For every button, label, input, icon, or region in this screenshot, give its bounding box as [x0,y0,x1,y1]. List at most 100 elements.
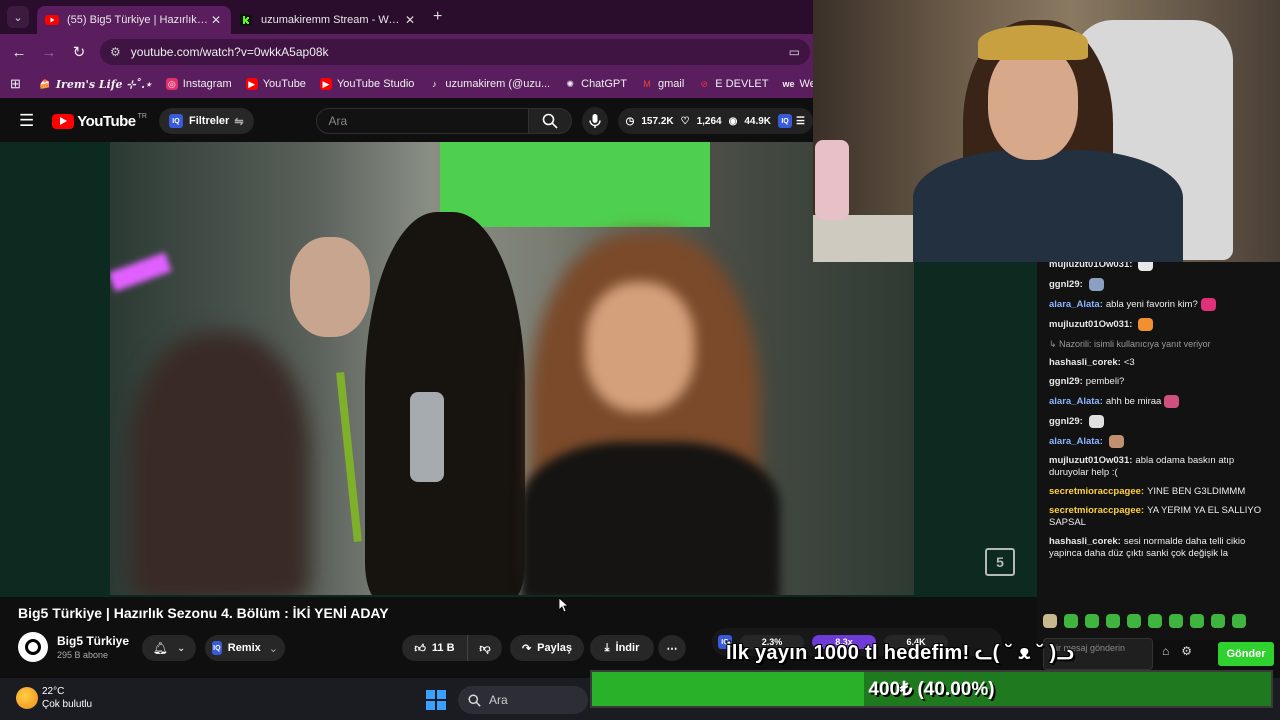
webcam-streamer-cap [978,25,1088,60]
dislike-button[interactable]: 👎︎ [468,635,502,661]
new-tab-icon[interactable]: + [433,8,442,26]
emote-icon[interactable] [1148,614,1162,628]
chat-message: ggnl29: [1049,278,1270,292]
emote-icon[interactable] [1106,614,1120,628]
emote-icon[interactable] [1043,614,1057,628]
likes-count: 1,264 [696,115,722,127]
bookmark-youtube[interactable]: ▶ YouTube [245,78,306,90]
chat-username[interactable]: alara_Alata: [1049,436,1103,447]
address-field[interactable]: ⚙ youtube.com/watch?v=0wkkA5ap08k ▭ [100,39,810,65]
chat-username[interactable]: hashasli_corek: [1049,536,1121,547]
bookmark-gmail[interactable]: Mgmail [641,78,684,90]
bookmark-label: YouTube [262,78,306,90]
video-person-right-face [585,282,695,412]
bookmark-label: E DEVLET [715,78,769,90]
region-code: TR [137,113,147,120]
chat-username[interactable]: mujluzut01Ow031: [1049,319,1132,330]
weather-widget[interactable]: 22°C Çok bulutlu [16,685,92,711]
emote-icon[interactable] [1211,614,1225,628]
share-button[interactable]: ↷ Paylaş [510,635,584,661]
taskbar-search[interactable]: Ara [458,686,588,714]
youtube-studio-icon: ▶ [319,78,332,90]
chat-username[interactable]: hashasli_corek: [1049,357,1121,368]
chat-message: alara_Alata: abla yeni favorin kim? [1049,298,1270,312]
voice-search-button[interactable] [582,107,608,135]
gift-icon[interactable]: ⌂ [1162,644,1169,658]
search-input[interactable]: Ara [315,108,530,134]
search-icon [468,693,481,707]
reload-icon[interactable]: ↻ [64,43,94,61]
apps-grid-icon[interactable]: ⊞ [10,76,21,92]
instagram-icon: ◎ [165,78,178,90]
cast-icon[interactable]: ▭ [789,45,800,59]
filters-button[interactable]: IQ Filtreler ⇋ [158,108,254,134]
chat-username[interactable]: secretmioraccpagee: [1049,505,1144,516]
chat-username[interactable]: ggnl29: [1049,279,1083,290]
chat-emote-icon [1088,415,1104,429]
windows-start-icon[interactable] [426,690,446,710]
emote-bar [1043,614,1273,632]
chat-username[interactable]: ggnl29: [1049,416,1083,427]
chat-username[interactable]: mujluzut01Ow031: [1049,455,1132,466]
emote-icon[interactable] [1085,614,1099,628]
remix-button[interactable]: IQ Remix ⌄ [205,635,285,661]
emote-icon[interactable] [1232,614,1246,628]
chat-message: mujluzut01Ow031: [1049,318,1270,332]
tab-close-icon[interactable]: ✕ [209,13,223,27]
stats-pill: ◷ 157.2K ♡ 1,264 ◉ 44.9K IQ ☰ [617,108,813,134]
thumbs-down-icon: 👎︎ [479,642,491,655]
back-arrow-icon[interactable]: ← [4,44,34,61]
settings-icon[interactable]: ⚙ [1181,644,1192,658]
bookmark-wetransfer[interactable]: we WeTransfer [782,78,813,90]
more-actions-button[interactable]: ⋯ [658,635,686,661]
forward-arrow-icon[interactable]: → [34,44,64,61]
chat-username[interactable]: mujluzut01Ow031: [1049,262,1132,270]
like-button[interactable]: 👍︎ 11 B [402,635,468,661]
bookmark-irems-life[interactable]: 🍰 Irem's Life ⊹˚.⋆ [39,78,151,91]
e-devlet-icon: ⊘ [700,78,709,89]
thumb-icon: ♡ [680,115,690,127]
channel-watermark[interactable]: 5 [985,548,1015,576]
chat-panel: mujluzut01Ow031: ggnl29: alara_Alata: abla … [1037,262,1280,640]
webcam-streamer-face [988,45,1078,160]
kick-favicon-icon [239,13,253,27]
tab-close-icon[interactable]: ✕ [403,13,417,27]
bookmark-tiktok[interactable]: ♪ uzumakirem (@uzu... [428,78,550,90]
tab-kick[interactable]: uzumakiremm Stream - Watch Live on Kick … [231,6,425,34]
channel-avatar[interactable] [18,632,48,662]
bookmark-chatgpt[interactable]: ✺ ChatGPT [564,78,627,90]
emote-icon[interactable] [1190,614,1204,628]
download-button[interactable]: ⤓ İndir [590,635,654,661]
weather-icon [16,687,38,709]
tab-search-button[interactable]: ⌄ [7,6,29,28]
channel-name[interactable]: Big5 Türkiye [57,634,129,648]
chat-username[interactable]: ggnl29: [1049,376,1083,387]
emote-icon[interactable] [1127,614,1141,628]
chat-text: pembeli? [1085,376,1125,388]
chat-text: YINE BEN G3LDIMMM [1147,486,1246,498]
emote-icon[interactable] [1064,614,1078,628]
chat-username[interactable]: alara_Alata: [1049,396,1103,407]
emote-icon[interactable] [1169,614,1183,628]
send-button[interactable]: Gönder [1218,642,1274,666]
menu-icon[interactable]: ☰ [19,111,35,131]
video-person-center-face [290,237,370,337]
bookmark-instagram[interactable]: ◎ Instagram [165,78,232,90]
webcam-bottle [815,140,849,220]
download-label: İndir [615,642,640,654]
site-info-icon[interactable]: ⚙ [110,45,121,59]
streamer-webcam [813,0,1280,262]
menu-lines-icon[interactable]: ☰ [796,116,805,127]
chat-username[interactable]: secretmioraccpagee: [1049,486,1144,497]
tab-youtube[interactable]: (55) Big5 Türkiye | Hazırlık Sezonu 4. B… [37,6,231,34]
search-button[interactable] [529,108,573,134]
screen: ⌄ (55) Big5 Türkiye | Hazırlık Sezonu 4.… [0,0,1280,720]
chat-username[interactable]: alara_Alata: [1049,299,1103,310]
chat-text: abla yeni favorin kim? [1105,299,1198,311]
chatgpt-icon: ✺ [566,78,574,89]
bookmark-e-devlet[interactable]: ⊘ E DEVLET [698,78,769,90]
video-player[interactable] [110,142,914,595]
notification-button[interactable]: 🔔︎ ⌄ [142,635,196,661]
bookmark-youtube-studio[interactable]: ▶ YouTube Studio [319,78,414,90]
youtube-logo[interactable]: YouTube TR [52,113,147,130]
